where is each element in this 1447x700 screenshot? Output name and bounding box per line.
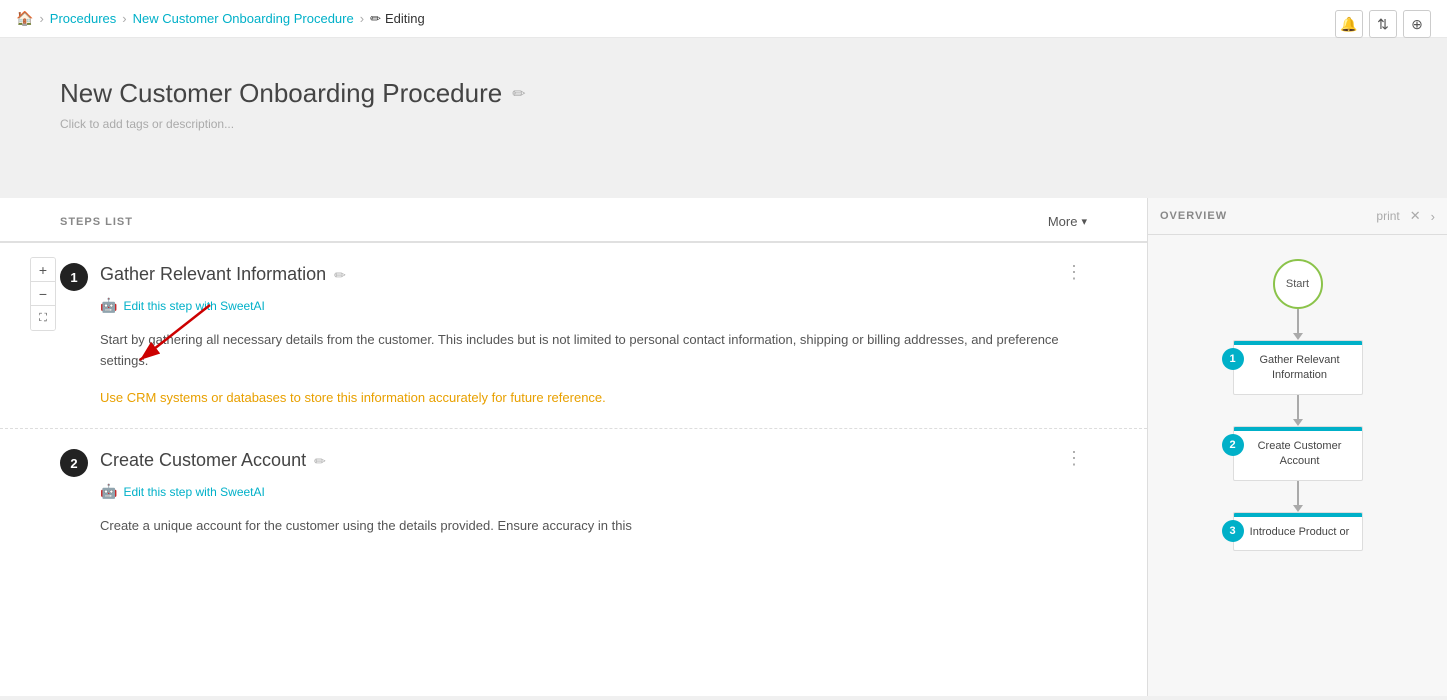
breadcrumb-procedures[interactable]: Procedures [50, 11, 116, 26]
header-area: New Customer Onboarding Procedure ✏ Clic… [0, 38, 1447, 198]
zoom-controls: + − ⛶ [30, 257, 56, 331]
fc-arrow-1 [1297, 309, 1299, 333]
fc-step-wrapper-2: 2 Create Customer Account [1164, 426, 1431, 481]
fc-arrowhead-1 [1293, 333, 1303, 340]
step-1-edit-icon[interactable]: ✏ [334, 266, 346, 284]
steps-header: STEPS LIST More ▾ [0, 198, 1147, 243]
zoom-fit-button[interactable]: ⛶ [31, 306, 55, 330]
fc-step-body-2: Create Customer Account [1234, 431, 1362, 480]
step-1-body-text: Start by gathering all necessary details… [100, 330, 1087, 372]
step-1-title-group: 1 Gather Relevant Information ✏ [60, 263, 346, 291]
title-edit-icon[interactable]: ✏ [512, 84, 525, 104]
overview-actions: print ✕ › [1376, 208, 1435, 224]
breadcrumb-sep-3: › [360, 11, 364, 26]
step-2-title: Create Customer Account ✏ [100, 449, 326, 472]
breadcrumb-sep-1: › [39, 11, 43, 26]
step-2-body-text: Create a unique account for the customer… [100, 516, 1087, 537]
sort-icon-button[interactable]: ⇅ [1369, 10, 1397, 38]
home-icon[interactable]: 🏠 [16, 10, 33, 27]
chevron-down-icon: ▾ [1081, 215, 1087, 228]
step-item-2: 2 Create Customer Account ✏ ⋮ 🤖 Edit thi… [0, 429, 1147, 573]
fc-arrow-3 [1297, 481, 1299, 505]
overview-panel: OVERVIEW print ✕ › Start 1 [1147, 198, 1447, 696]
top-icons-group: 🔔 ⇅ ⊕ [1335, 10, 1431, 38]
zoom-out-button[interactable]: − [31, 282, 55, 306]
sweet-ai-icon-1: 🤖 [100, 297, 117, 314]
zoom-in-button[interactable]: + [31, 258, 55, 282]
step-1-tip-text: Use CRM systems or databases to store th… [100, 388, 1087, 409]
fc-arrowhead-3 [1293, 505, 1303, 512]
step-2-edit-icon[interactable]: ✏ [314, 452, 326, 470]
step-1-header: 1 Gather Relevant Information ✏ ⋮ [60, 263, 1087, 291]
step-1-sweet-ai[interactable]: 🤖 Edit this step with SweetAI [100, 297, 1087, 314]
fc-step-wrapper-1: 1 Gather Relevant Information [1164, 340, 1431, 395]
overview-label: OVERVIEW [1160, 210, 1227, 222]
step-2-header: 2 Create Customer Account ✏ ⋮ [60, 449, 1087, 477]
overview-header: OVERVIEW print ✕ › [1148, 198, 1447, 235]
edit-pencil-icon: ✏ [370, 11, 381, 27]
overview-collapse-icon[interactable]: ✕ [1410, 208, 1421, 224]
overview-expand-icon[interactable]: › [1431, 209, 1435, 224]
fc-arrow-2 [1297, 395, 1299, 419]
fc-arrowhead-2 [1293, 419, 1303, 426]
step-2-sweet-ai[interactable]: 🤖 Edit this step with SweetAI [100, 483, 1087, 500]
steps-area: STEPS LIST More ▾ + − ⛶ 1 [0, 198, 1147, 696]
overview-print[interactable]: print [1376, 209, 1399, 223]
step-2-title-group: 2 Create Customer Account ✏ [60, 449, 326, 477]
fc-step-node-2[interactable]: Create Customer Account [1233, 426, 1363, 481]
breadcrumb-editing: ✏ Editing [370, 11, 425, 27]
step-2-body: Create a unique account for the customer… [100, 516, 1087, 537]
step-item-1: 1 Gather Relevant Information ✏ ⋮ 🤖 Edit… [0, 243, 1147, 429]
fc-step-node-3[interactable]: Introduce Product or [1233, 512, 1363, 551]
step-1-more-button[interactable]: ⋮ [1061, 263, 1087, 281]
breadcrumb-procedure-name[interactable]: New Customer Onboarding Procedure [133, 11, 354, 26]
steps-label: STEPS LIST [60, 216, 133, 228]
step-1-title: Gather Relevant Information ✏ [100, 263, 346, 286]
main-area: STEPS LIST More ▾ + − ⛶ 1 [0, 198, 1447, 696]
step-2-number: 2 [60, 449, 88, 477]
bell-icon-button[interactable]: 🔔 [1335, 10, 1363, 38]
sweet-ai-icon-2: 🤖 [100, 483, 117, 500]
fc-step-wrapper-3: 3 Introduce Product or [1164, 512, 1431, 551]
step-1-number: 1 [60, 263, 88, 291]
fc-step-node-1[interactable]: Gather Relevant Information [1233, 340, 1363, 395]
fc-start-node: Start [1273, 259, 1323, 309]
flowchart: Start 1 Gather Relevant Information [1148, 235, 1447, 575]
fc-step-body-1: Gather Relevant Information [1234, 345, 1362, 394]
step-2-more-button[interactable]: ⋮ [1061, 449, 1087, 467]
breadcrumb: 🏠 › Procedures › New Customer Onboarding… [0, 0, 1447, 38]
procedure-title[interactable]: New Customer Onboarding Procedure ✏ [60, 78, 1387, 109]
more-button[interactable]: More ▾ [1048, 214, 1087, 229]
breadcrumb-sep-2: › [122, 11, 126, 26]
step-1-body: Start by gathering all necessary details… [100, 330, 1087, 408]
globe-icon-button[interactable]: ⊕ [1403, 10, 1431, 38]
procedure-subtitle[interactable]: Click to add tags or description... [60, 117, 1387, 131]
fc-step-body-3: Introduce Product or [1234, 517, 1362, 550]
